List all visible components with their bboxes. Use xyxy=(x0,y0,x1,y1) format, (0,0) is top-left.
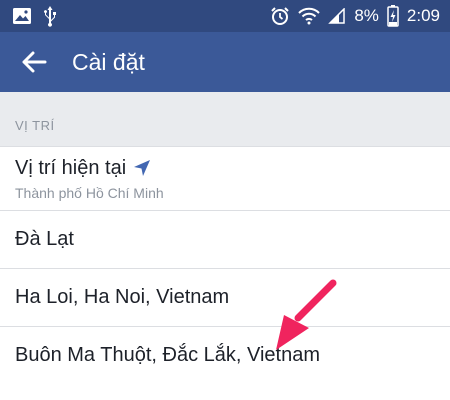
location-label: Vị trí hiện tại xyxy=(15,156,127,179)
location-label: Buôn Ma Thuột, Đắc Lắk, Vietnam xyxy=(15,344,320,366)
settings-content: VỊ TRÍ Vị trí hiện tại Thành phố Hồ Chí … xyxy=(0,92,450,400)
section-header: VỊ TRÍ xyxy=(0,92,450,146)
location-item-current[interactable]: Vị trí hiện tại Thành phố Hồ Chí Minh xyxy=(0,146,450,210)
clock-time: 2:09 xyxy=(406,6,440,25)
location-item-da-lat[interactable]: Đà Lạt xyxy=(0,210,450,268)
battery-percent: 8% xyxy=(354,6,379,25)
image-icon xyxy=(12,7,32,25)
battery-charging-icon xyxy=(387,5,399,27)
wifi-icon xyxy=(298,7,321,25)
app-bar: Cài đặt xyxy=(0,32,450,92)
location-item-ha-loi[interactable]: Ha Loi, Ha Noi, Vietnam xyxy=(0,268,450,326)
alarm-icon xyxy=(270,6,290,26)
status-bar: 8% 2:09 xyxy=(0,0,450,32)
signal-icon xyxy=(328,8,346,24)
location-label: Ha Loi, Ha Noi, Vietnam xyxy=(15,286,230,308)
location-label: Đà Lạt xyxy=(15,228,74,250)
location-item-buon-ma-thuot[interactable]: Buôn Ma Thuột, Đắc Lắk, Vietnam xyxy=(0,326,450,384)
usb-icon xyxy=(42,5,58,27)
page-title: Cài đặt xyxy=(72,48,145,75)
back-arrow-icon[interactable] xyxy=(20,48,48,76)
navigation-arrow-icon xyxy=(132,158,152,178)
location-sublabel: Thành phố Hồ Chí Minh xyxy=(15,184,164,201)
